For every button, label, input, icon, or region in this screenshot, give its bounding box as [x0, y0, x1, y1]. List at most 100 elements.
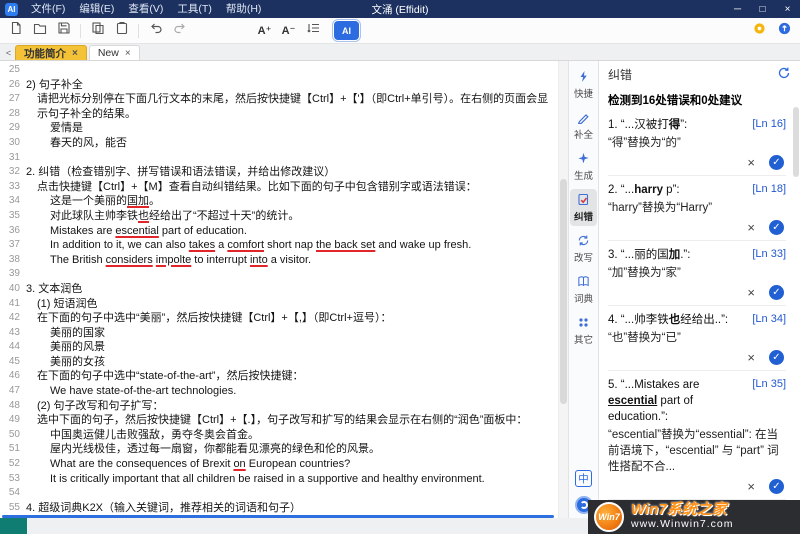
accept-button[interactable]: ✓ [769, 285, 784, 300]
accept-button[interactable]: ✓ [769, 220, 784, 235]
reject-button[interactable]: × [747, 156, 755, 169]
font-increase-button[interactable]: A⁺ [254, 21, 275, 41]
tab-close-icon[interactable]: × [72, 48, 78, 59]
editor-vertical-scrollbar[interactable] [558, 61, 568, 518]
new-file-button[interactable] [5, 21, 26, 41]
editor-line[interactable]: 33点击快捷键【Ctrl】+【M】查看自动纠错结果。比如下面的句子中包含错别字或… [0, 180, 558, 195]
editor-line[interactable]: 43美丽的国家 [0, 326, 558, 341]
editor-line[interactable]: 42在下面的句子中选中“美丽”，然后按快捷键【Ctrl】+【,】（即Ctrl+逗… [0, 311, 558, 326]
editor-line[interactable]: 37In addition to it, we can also takes a… [0, 238, 558, 253]
text-segment: 2) 句子补全 [26, 79, 83, 91]
paste-button[interactable] [111, 21, 132, 41]
editor-line[interactable]: 262) 句子补全 [0, 78, 558, 93]
side-tab-correct[interactable]: 纠错 [570, 189, 597, 226]
editor-line[interactable]: 39 [0, 267, 558, 282]
theme-button[interactable] [749, 21, 770, 41]
editor-line[interactable]: 36Mistakes are escential part of educati… [0, 224, 558, 239]
line-link[interactable]: [Ln 33] [752, 248, 786, 263]
editor-line[interactable]: 49选中下面的句子，然后按快捷键【Ctrl】+【.】，句子改写和扩写的结果会显示… [0, 413, 558, 428]
editor-line[interactable]: 51屋内光线极佳，透过每一扇窗，你都能看见漂亮的绿色和伦的风景。 [0, 442, 558, 457]
editor-line[interactable]: 322. 纠错（检查错别字、拼写错误和语法错误，并给出修改建议） [0, 165, 558, 180]
line-link[interactable]: [Ln 35] [752, 378, 786, 425]
panel-scrollbar-thumb[interactable] [793, 107, 799, 177]
save-button[interactable] [53, 21, 74, 41]
panel-title: 纠错 [608, 66, 632, 83]
editor-line[interactable]: 53It is critically important that all ch… [0, 472, 558, 487]
editor-line[interactable]: 47We have state-of-the-art technologies. [0, 384, 558, 399]
editor-line[interactable]: 50中国奥运健儿击败强敌，勇夺冬奥会首金。 [0, 428, 558, 443]
editor-line[interactable]: 54 [0, 486, 558, 501]
maximize-button[interactable]: □ [750, 0, 775, 18]
text-segment: 2. 纠错（检查错别字、拼写错误和语法错误，并给出修改建议） [26, 166, 335, 178]
open-file-button[interactable] [29, 21, 50, 41]
line-text: We have state-of-the-art technologies. [50, 384, 236, 399]
side-tab-complete[interactable]: 补全 [570, 107, 597, 144]
language-toggle-button[interactable]: 中 [575, 470, 592, 487]
editor-line[interactable]: 34这是一个美丽的国加。 [0, 194, 558, 209]
editor-line[interactable]: 554. 超级词典K2X（输入关键词，推荐相关的词语和句子） [0, 501, 558, 516]
editor-line[interactable]: 44美丽的风景 [0, 340, 558, 355]
menu-edit[interactable]: 编辑(E) [72, 0, 121, 18]
reject-button[interactable]: × [747, 351, 755, 364]
menu-help[interactable]: 帮助(H) [219, 0, 269, 18]
suggestion-text: “得”替换为“的” [608, 135, 786, 151]
line-number: 31 [0, 151, 20, 166]
refresh-button[interactable] [777, 66, 791, 83]
editor-line[interactable]: 28示句子补全的结果。 [0, 107, 558, 122]
side-tab-rewrite[interactable]: 改写 [570, 230, 597, 267]
side-tab-quick[interactable]: 快捷 [570, 66, 597, 103]
line-link[interactable]: [Ln 16] [752, 118, 786, 133]
accept-button[interactable]: ✓ [769, 350, 784, 365]
line-text: 中国奥运健儿击败强敌，勇夺冬奥会首金。 [50, 428, 259, 443]
font-decrease-button[interactable]: A⁻ [278, 21, 299, 41]
editor-line[interactable]: 31 [0, 151, 558, 166]
update-button[interactable] [774, 21, 795, 41]
close-button[interactable]: × [775, 0, 800, 18]
minimize-button[interactable]: ─ [725, 0, 750, 18]
editor-line[interactable]: 29爱情是 [0, 121, 558, 136]
editor-line[interactable]: 41(1) 短语润色 [0, 297, 558, 312]
editor-line[interactable]: 38The British considers impolte to inter… [0, 253, 558, 268]
line-spacing-button[interactable] [302, 21, 323, 41]
editor-line[interactable]: 27请把光标分别停在下面几行文本的末尾，然后按快捷键【Ctrl】+【'】（即Ct… [0, 92, 558, 107]
editor-line[interactable]: 46在下面的句子中选中“state-of-the-art”，然后按快捷键： [0, 369, 558, 384]
correction-item: 5. “...Mistakes are escential part of ed… [608, 371, 786, 500]
accept-button[interactable]: ✓ [769, 479, 784, 494]
line-link[interactable]: [Ln 34] [752, 313, 786, 328]
reject-button[interactable]: × [747, 480, 755, 493]
side-tab-other[interactable]: 其它 [570, 312, 597, 349]
editor-line[interactable]: 48(2) 句子改写和句子扩写： [0, 399, 558, 414]
tab-close-icon[interactable]: × [125, 48, 131, 59]
menu-view[interactable]: 查看(V) [121, 0, 170, 18]
side-tab-generate[interactable]: 生成 [570, 148, 597, 185]
text-segment: takes [189, 239, 215, 251]
update-icon [778, 22, 791, 40]
redo-button[interactable] [169, 21, 190, 41]
editor-line[interactable]: 45美丽的女孩 [0, 355, 558, 370]
ai-assistant-button[interactable]: AI [334, 21, 359, 40]
editor-line[interactable]: 403. 文本润色 [0, 282, 558, 297]
editor-line[interactable]: 25 [0, 63, 558, 78]
undo-button[interactable] [145, 21, 166, 41]
reject-button[interactable]: × [747, 286, 755, 299]
side-tab-dictionary[interactable]: 词典 [570, 271, 597, 308]
line-link[interactable]: [Ln 18] [752, 183, 786, 198]
accept-button[interactable]: ✓ [769, 155, 784, 170]
menu-tools[interactable]: 工具(T) [170, 0, 218, 18]
quote-segment: 4. “...帅李铁 [608, 314, 669, 326]
tab-feature-intro[interactable]: 功能简介 × [15, 45, 87, 60]
editor-line[interactable]: 52What are the consequences of Brexit on… [0, 457, 558, 472]
line-number: 44 [0, 340, 20, 355]
editor-line[interactable]: 30春天的风，能否 [0, 136, 558, 151]
line-number: 45 [0, 355, 20, 370]
menu-file[interactable]: 文件(F) [24, 0, 72, 18]
quote-segment: 也 [669, 314, 681, 326]
window-controls: ─ □ × [725, 0, 800, 18]
reject-button[interactable]: × [747, 221, 755, 234]
tab-new[interactable]: New × [89, 45, 140, 60]
editor-line[interactable]: 35对此球队主帅李铁也经给出了“不超过十天”的统计。 [0, 209, 558, 224]
scrollbar-thumb[interactable] [560, 179, 567, 404]
tab-scroll-left-button[interactable]: < [2, 45, 15, 60]
editor[interactable]: 25262) 句子补全27请把光标分别停在下面几行文本的末尾，然后按快捷键【Ct… [0, 61, 558, 518]
copy-button[interactable] [87, 21, 108, 41]
